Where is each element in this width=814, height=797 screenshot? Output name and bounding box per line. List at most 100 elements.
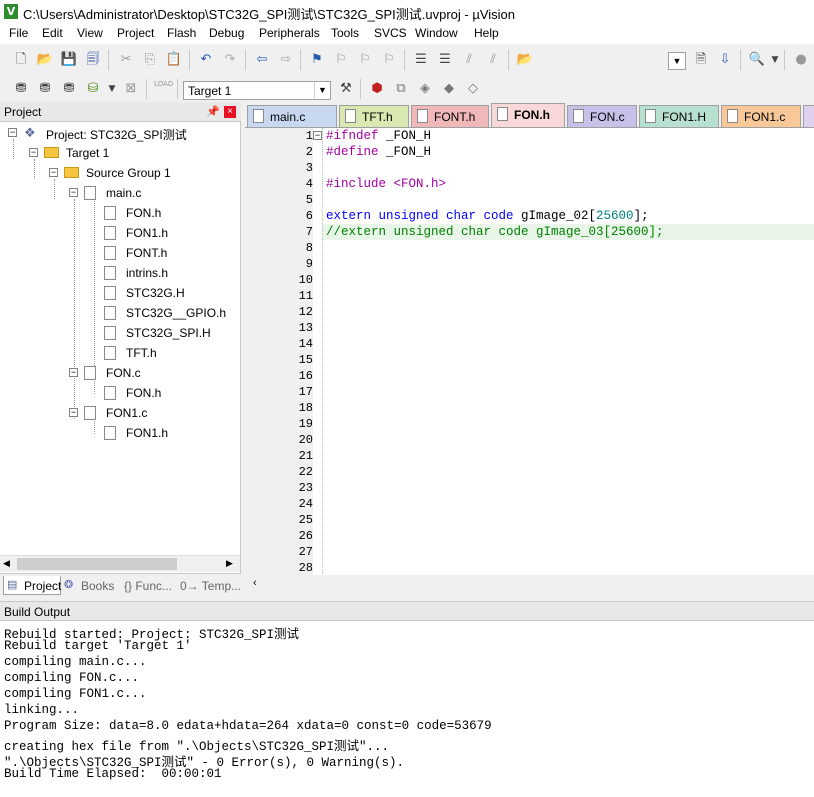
nav-back-icon[interactable]: ⇦ bbox=[253, 51, 271, 69]
project-horizontal-scrollbar[interactable]: ◀ ▶ bbox=[0, 555, 240, 572]
line-number: 10 bbox=[298, 273, 313, 287]
build-output-line: compiling FON.c... bbox=[4, 671, 140, 685]
manage-components-icon[interactable]: ⬢ bbox=[368, 80, 386, 98]
translate-icon[interactable]: ⛃ bbox=[12, 80, 30, 98]
build-output-panel[interactable]: Rebuild started: Project: STC32G_SPI测试 Re… bbox=[0, 621, 814, 797]
line-number: 7 bbox=[305, 225, 313, 239]
paste-icon[interactable]: 📋 bbox=[165, 51, 183, 69]
chevron-down-icon[interactable]: ▼ bbox=[103, 80, 121, 98]
tab-functions[interactable]: {} Func... bbox=[120, 576, 175, 595]
tab-fon-h[interactable]: FON.h bbox=[491, 103, 565, 128]
tree-item-label: FON1.h bbox=[126, 226, 169, 240]
build-output-line: compiling FON1.c... bbox=[4, 687, 147, 701]
unindent-icon[interactable]: ☰ bbox=[436, 51, 454, 69]
tab-main-c[interactable]: main.c bbox=[247, 105, 337, 127]
menu-window[interactable]: Window bbox=[415, 26, 458, 40]
redo-icon[interactable]: ↷ bbox=[221, 51, 239, 69]
menu-file[interactable]: File bbox=[9, 26, 28, 40]
rebuild-icon[interactable]: ⛃ bbox=[60, 80, 78, 98]
bookmark-icon[interactable]: ⚑ bbox=[308, 51, 326, 69]
find-dropdown[interactable]: ▼ bbox=[668, 52, 686, 70]
tab-label: TFT.h bbox=[362, 110, 393, 124]
download-icon[interactable]: LOAD bbox=[154, 80, 173, 98]
tree-item-label: Source Group 1 bbox=[86, 166, 171, 180]
scroll-right-icon[interactable]: ▶ bbox=[226, 558, 233, 569]
line-number-gutter: 1 2 3 4 5 6 7 8 9 10 11 12 13 14 15 16 17 18 19 20 21 22 23 24 2… bbox=[245, 128, 313, 576]
clear-bookmarks-icon[interactable]: ⚐ bbox=[380, 51, 398, 69]
close-icon[interactable]: × bbox=[224, 106, 236, 118]
tab-label: FON1.c bbox=[744, 110, 786, 124]
menu-help[interactable]: Help bbox=[474, 26, 499, 40]
tab-tft-h[interactable]: TFT.h bbox=[339, 105, 409, 127]
nav-forward-icon[interactable]: ⇨ bbox=[277, 51, 295, 69]
scroll-left-icon[interactable]: ‹ bbox=[253, 577, 257, 589]
rte-icon[interactable]: ◆ bbox=[440, 80, 458, 98]
chevron-down-icon[interactable]: ▼ bbox=[766, 51, 784, 69]
tab-project[interactable]: ▤ Project bbox=[3, 576, 61, 595]
tab-font-h[interactable]: FONT.h bbox=[411, 105, 489, 127]
build-icon[interactable]: ⛃ bbox=[36, 80, 54, 98]
menu-view[interactable]: View bbox=[77, 26, 103, 40]
build-output-line: linking... bbox=[4, 703, 80, 717]
menu-edit[interactable]: Edit bbox=[42, 26, 63, 40]
tree-item-label: FON.c bbox=[106, 366, 141, 380]
pack-installer-icon[interactable]: ◈ bbox=[416, 80, 434, 98]
pin-icon[interactable]: 📌 bbox=[206, 105, 220, 118]
find-in-files-icon[interactable]: 📂 bbox=[516, 51, 534, 69]
open-folder-icon[interactable]: 📂 bbox=[36, 51, 54, 69]
tab-books[interactable]: ❂ Books bbox=[64, 576, 116, 595]
indent-icon[interactable]: ☰ bbox=[412, 51, 430, 69]
tab-fon1-c[interactable]: FON1.c bbox=[721, 105, 801, 127]
target-options-icon[interactable]: ⚒ bbox=[337, 80, 355, 98]
cut-icon[interactable]: ✂ bbox=[117, 51, 135, 69]
fold-icon[interactable]: − bbox=[313, 131, 322, 140]
c-file-icon bbox=[84, 406, 96, 420]
stop-build-icon[interactable]: ⊠ bbox=[122, 80, 140, 98]
menu-svcs[interactable]: SVCS bbox=[374, 26, 407, 40]
file-extensions-icon[interactable]: ⧉ bbox=[392, 80, 410, 98]
collapse-icon[interactable]: − bbox=[8, 128, 17, 137]
breakpoint-icon[interactable]: ● bbox=[792, 51, 810, 69]
prev-bookmark-icon[interactable]: ⚐ bbox=[332, 51, 350, 69]
save-all-icon[interactable]: 🗐 bbox=[84, 51, 102, 69]
scroll-left-icon[interactable]: ◀ bbox=[3, 558, 10, 569]
chevron-down-icon[interactable]: ▼ bbox=[314, 82, 330, 99]
uncomment-icon[interactable]: ⫽ bbox=[484, 51, 502, 69]
tab-fon-c[interactable]: FON.c bbox=[567, 105, 637, 127]
code-editor[interactable]: 1 2 3 4 5 6 7 8 9 10 11 12 13 14 15 16 17 18 19 20 21 22 23 24 2… bbox=[245, 127, 814, 576]
editor-horizontal-scrollbar[interactable]: ‹ bbox=[245, 575, 814, 592]
collapse-icon[interactable]: − bbox=[49, 168, 58, 177]
menu-debug[interactable]: Debug bbox=[209, 26, 244, 40]
menu-flash[interactable]: Flash bbox=[167, 26, 196, 40]
copy-icon[interactable]: ⎘ bbox=[141, 51, 159, 69]
incremental-find-icon[interactable]: ⇩ bbox=[716, 51, 734, 69]
undo-icon[interactable]: ↶ bbox=[197, 51, 215, 69]
project-tree: − ❖ Project: STC32G_SPI测试 − Target 1 − S… bbox=[0, 122, 240, 555]
tab-overflow[interactable] bbox=[803, 105, 814, 127]
separator bbox=[360, 79, 361, 99]
line-number: 20 bbox=[298, 433, 313, 447]
scrollbar-thumb[interactable] bbox=[17, 558, 177, 570]
tab-fon1-h[interactable]: FON1.H bbox=[639, 105, 719, 127]
menu-project[interactable]: Project bbox=[117, 26, 154, 40]
next-bookmark-icon[interactable]: ⚐ bbox=[356, 51, 374, 69]
menu-peripherals[interactable]: Peripherals bbox=[259, 26, 320, 40]
new-file-icon[interactable]: 🗋 bbox=[12, 51, 30, 69]
comment-icon[interactable]: ⫽ bbox=[460, 51, 478, 69]
collapse-icon[interactable]: − bbox=[69, 188, 78, 197]
code-line-2: #define _FON_H bbox=[326, 145, 432, 159]
line-number: 19 bbox=[298, 417, 313, 431]
batch-build-icon[interactable]: ⛁ bbox=[84, 80, 102, 98]
debug-session-icon[interactable]: 🔍 bbox=[748, 51, 766, 69]
collapse-icon[interactable]: − bbox=[29, 148, 38, 157]
find-icon[interactable]: 🗎 bbox=[692, 51, 710, 69]
collapse-icon[interactable]: − bbox=[69, 368, 78, 377]
select-software-packs-icon[interactable]: ◇ bbox=[464, 80, 482, 98]
collapse-icon[interactable]: − bbox=[69, 408, 78, 417]
save-icon[interactable]: 💾 bbox=[60, 51, 78, 69]
line-number: 25 bbox=[298, 513, 313, 527]
tab-templates[interactable]: 0→ Temp... bbox=[178, 576, 241, 595]
target-select[interactable]: Target 1 ▼ bbox=[183, 81, 331, 100]
line-number: 8 bbox=[305, 241, 313, 255]
menu-tools[interactable]: Tools bbox=[331, 26, 359, 40]
